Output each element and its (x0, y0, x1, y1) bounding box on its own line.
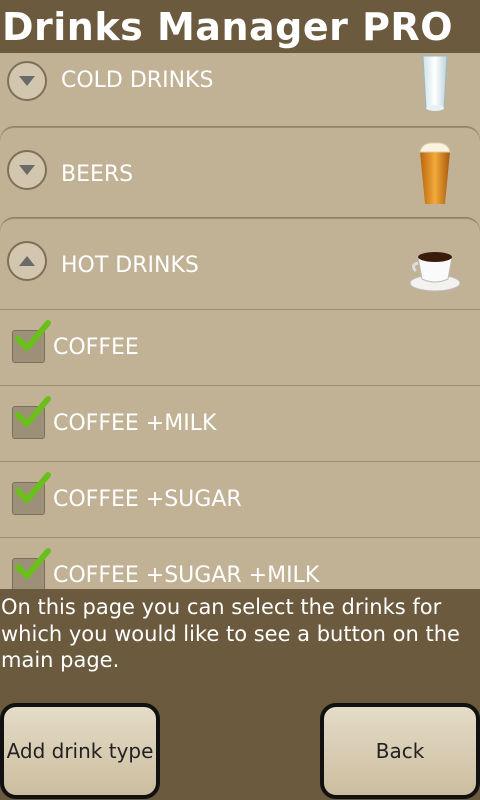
expand-toggle-cold-drinks[interactable] (7, 61, 47, 101)
list-item-coffee-sugar[interactable]: COFFEE +SUGAR (0, 461, 480, 537)
item-label-coffee-sugar: COFFEE +SUGAR (53, 487, 242, 512)
list-item-coffee-milk[interactable]: COFFEE +MILK (0, 385, 480, 461)
checkbox-coffee-milk[interactable] (12, 396, 51, 439)
checkmark-icon (15, 320, 51, 351)
checkmark-icon (15, 396, 51, 427)
item-label-coffee-milk: COFFEE +MILK (53, 411, 217, 436)
beer-glass-icon (419, 142, 451, 204)
list-item-coffee[interactable]: COFFEE (0, 309, 480, 385)
checkbox-coffee-sugar-milk[interactable] (12, 548, 51, 589)
checkbox-coffee-sugar[interactable] (12, 472, 51, 515)
group-cold-drinks[interactable]: COLD DRINKS (0, 53, 480, 128)
title-bar: Drinks Manager PRO (0, 0, 480, 53)
add-drink-type-button[interactable]: Add drink type (0, 703, 160, 799)
chevron-down-icon (19, 76, 35, 86)
description-text: On this page you can select the drinks f… (1, 595, 460, 672)
checkmark-icon (15, 472, 51, 503)
drinks-list[interactable]: COLD DRINKS BEERS HOT DRINKS COFFEE COFF… (0, 53, 480, 589)
expand-toggle-hot-drinks[interactable] (7, 241, 47, 281)
list-item-coffee-sugar-milk[interactable]: COFFEE +SUGAR +MILK (0, 537, 480, 589)
item-label-coffee-sugar-milk: COFFEE +SUGAR +MILK (53, 563, 320, 588)
group-label-hot-drinks: HOT DRINKS (61, 253, 199, 278)
back-button[interactable]: Back (320, 703, 480, 799)
chevron-down-icon (19, 165, 35, 175)
group-hot-drinks[interactable]: HOT DRINKS (0, 218, 480, 311)
chevron-up-icon (19, 256, 35, 266)
expand-toggle-beers[interactable] (7, 150, 47, 190)
coffee-cup-icon (409, 252, 461, 292)
water-glass-icon (422, 55, 448, 111)
group-beers[interactable]: BEERS (0, 127, 480, 219)
checkmark-icon (15, 548, 51, 579)
checkbox-coffee[interactable] (12, 320, 51, 363)
group-label-beers: BEERS (61, 162, 134, 187)
item-label-coffee: COFFEE (53, 335, 139, 360)
app-title: Drinks Manager PRO (2, 5, 453, 49)
group-label-cold-drinks: COLD DRINKS (61, 68, 214, 93)
